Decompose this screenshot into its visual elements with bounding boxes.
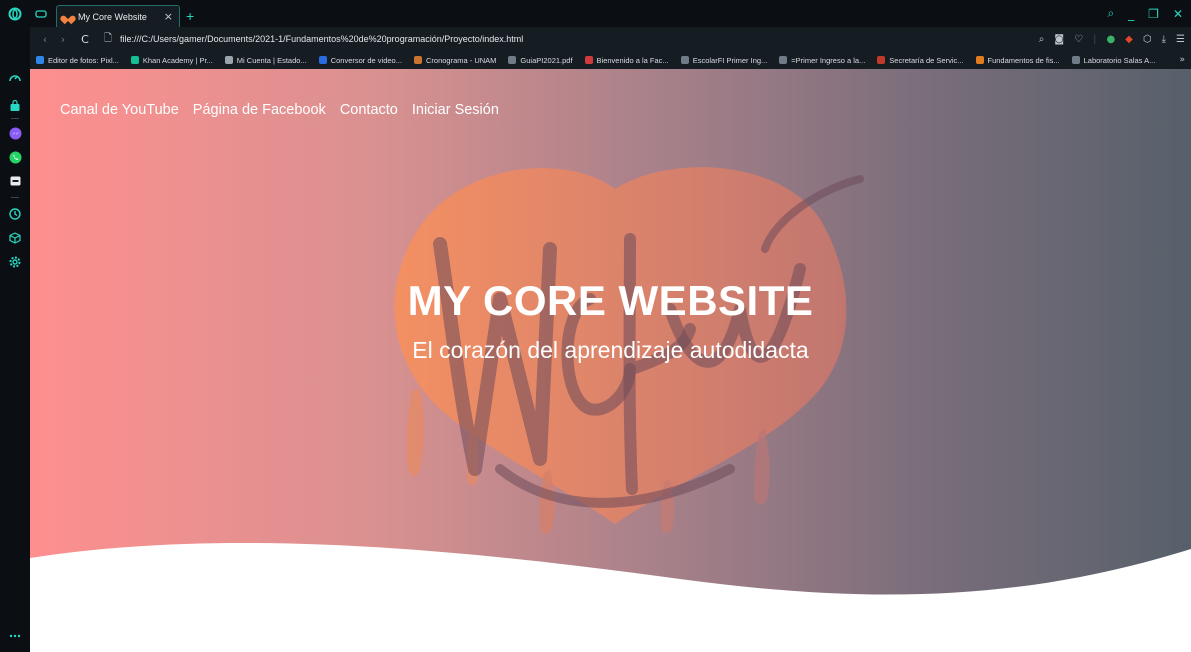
bookmark-item[interactable]: Laboratorio Salas A... — [1071, 55, 1156, 65]
hero-title: MY CORE WEBSITE — [407, 277, 814, 324]
bookmark-item[interactable]: Cronograma - UNAM — [413, 55, 497, 65]
bookmark-item[interactable]: Secretaría de Servic... — [877, 55, 964, 65]
bookmark-favicon-icon — [584, 56, 593, 64]
bookmark-item[interactable]: GuiaPI2021.pdf — [508, 55, 573, 65]
bookmark-label: Laboratorio Salas A... — [1083, 55, 1156, 65]
tab-island-icon[interactable] — [30, 0, 52, 27]
bookmark-item[interactable]: Conversor de video... — [318, 55, 402, 65]
bookmark-favicon-icon — [1071, 56, 1080, 64]
bookmark-favicon-icon — [413, 56, 422, 64]
shopping-bag-icon[interactable] — [7, 98, 23, 114]
address-actions: ⌕ ◙ ♡ | ● ◆ ⬡ ⤓ ☰ — [1039, 34, 1185, 45]
bookmark-label: Conversor de video... — [330, 55, 402, 65]
bookmark-label: EscolarFI Primer Ing... — [692, 55, 768, 65]
forward-button[interactable]: › — [54, 33, 72, 46]
nav-youtube-link[interactable]: Canal de YouTube — [60, 102, 179, 118]
tab-title: My Core Website — [78, 11, 147, 22]
bookmark-item[interactable]: Editor de fotos: Pixl... — [36, 56, 119, 65]
browser-window: My Core Website × + ⌕ _ ❐ ✕ ‹ › C 🗋 file… — [0, 0, 1191, 652]
more-dots-icon[interactable] — [7, 628, 23, 644]
bookmark-label: Secretaría de Servic... — [889, 55, 964, 65]
extension-bird-icon[interactable]: ◆ — [1125, 34, 1133, 45]
bookmark-favicon-icon — [224, 56, 233, 64]
tab-strip: My Core Website × + ⌕ _ ❐ ✕ — [30, 0, 1191, 27]
new-tab-button[interactable]: + — [186, 5, 194, 27]
tab-active[interactable]: My Core Website × — [56, 5, 180, 27]
snapshot-camera-icon[interactable]: ◙ — [1054, 34, 1064, 45]
extensions-cube-icon[interactable]: ⬡ — [1143, 34, 1152, 45]
minimize-button[interactable]: _ — [1128, 7, 1134, 21]
nav-contact-link[interactable]: Contacto — [340, 102, 398, 118]
heart-favicon-icon — [63, 12, 73, 21]
tab-search-icon[interactable]: ⌕ — [1107, 6, 1114, 21]
speed-dial-icon[interactable] — [7, 70, 23, 86]
hero-subtitle: El corazón del aprendizaje autodidacta — [412, 337, 809, 363]
bookmark-favicon-icon — [779, 56, 788, 64]
hero-section: Canal de YouTube Página de Facebook Cont… — [30, 69, 1191, 652]
bookmark-favicon-icon — [975, 56, 984, 64]
tab-close-icon[interactable]: × — [164, 10, 173, 23]
messenger-icon[interactable] — [7, 125, 23, 141]
page-viewport: Canal de YouTube Página de Facebook Cont… — [30, 69, 1191, 652]
bookmark-heart-icon[interactable]: ♡ — [1074, 34, 1083, 45]
bookmark-label: Mi Cuenta | Estado... — [236, 55, 307, 65]
bookmark-favicon-icon — [877, 56, 886, 64]
bookmarks-more-button[interactable]: » — [1179, 55, 1185, 65]
snap-button[interactable]: ❐ — [1148, 7, 1159, 21]
bookmark-label: Cronograma - UNAM — [425, 55, 497, 65]
easy-setup-icon[interactable]: ☰ — [1176, 34, 1185, 45]
browser-sidebar — [0, 0, 30, 652]
toolbar-divider: | — [1093, 33, 1097, 45]
bookmark-label: Fundamentos de fis... — [987, 55, 1060, 65]
reload-button[interactable]: C — [76, 33, 94, 46]
opera-logo-icon[interactable] — [7, 6, 23, 22]
extensions-cube-icon[interactable] — [7, 230, 23, 246]
bookmark-favicon-icon — [680, 56, 689, 64]
extension-icon[interactable]: ● — [1106, 34, 1115, 45]
bookmarks-bar: Editor de fotos: Pixl... Khan Academy | P… — [30, 51, 1191, 69]
nav-facebook-link[interactable]: Página de Facebook — [193, 102, 326, 118]
download-icon[interactable]: ⤓ — [1162, 34, 1166, 45]
nav-login-link[interactable]: Iniciar Sesión — [412, 102, 499, 118]
bookmark-item[interactable]: Bienvenido a la Fac... — [584, 55, 669, 65]
bookmark-favicon-icon — [508, 56, 517, 64]
history-clock-icon[interactable] — [7, 206, 23, 222]
bookmark-label: Bienvenido a la Fac... — [596, 55, 669, 65]
bookmark-favicon-icon — [130, 56, 139, 64]
find-icon[interactable]: ⌕ — [1039, 34, 1045, 45]
window-controls: ⌕ _ ❐ ✕ — [1107, 0, 1191, 27]
sidebar-divider — [11, 197, 19, 198]
bookmark-item[interactable]: Fundamentos de fis... — [975, 55, 1060, 65]
page-info-icon[interactable]: 🗋 — [104, 31, 112, 48]
site-nav: Canal de YouTube Página de Facebook Cont… — [60, 102, 499, 118]
settings-gear-icon[interactable] — [7, 254, 23, 270]
messages-icon[interactable] — [7, 173, 23, 189]
bookmark-label: =Primer Ingreso a la... — [791, 55, 866, 65]
whatsapp-icon[interactable] — [7, 149, 23, 165]
address-bar: ‹ › C 🗋 file:///C:/Users/gamer/Documents… — [30, 27, 1191, 51]
bookmark-favicon-icon — [36, 56, 44, 64]
bookmark-label: GuiaPI2021.pdf — [520, 55, 573, 65]
back-button[interactable]: ‹ — [36, 33, 54, 46]
bookmark-item[interactable]: =Primer Ingreso a la... — [779, 56, 865, 65]
bookmark-label: Khan Academy | Pr... — [142, 55, 213, 65]
bookmark-favicon-icon — [318, 56, 327, 64]
bookmark-item[interactable]: Khan Academy | Pr... — [130, 55, 213, 65]
bookmark-label: Editor de fotos: Pixl... — [48, 55, 119, 65]
bookmark-item[interactable]: Mi Cuenta | Estado... — [224, 55, 307, 65]
close-window-button[interactable]: ✕ — [1173, 7, 1183, 21]
sidebar-divider — [11, 118, 19, 119]
bookmark-item[interactable]: EscolarFI Primer Ing... — [680, 55, 768, 65]
url-field[interactable]: file:///C:/Users/gamer/Documents/2021-1/… — [120, 34, 1039, 44]
